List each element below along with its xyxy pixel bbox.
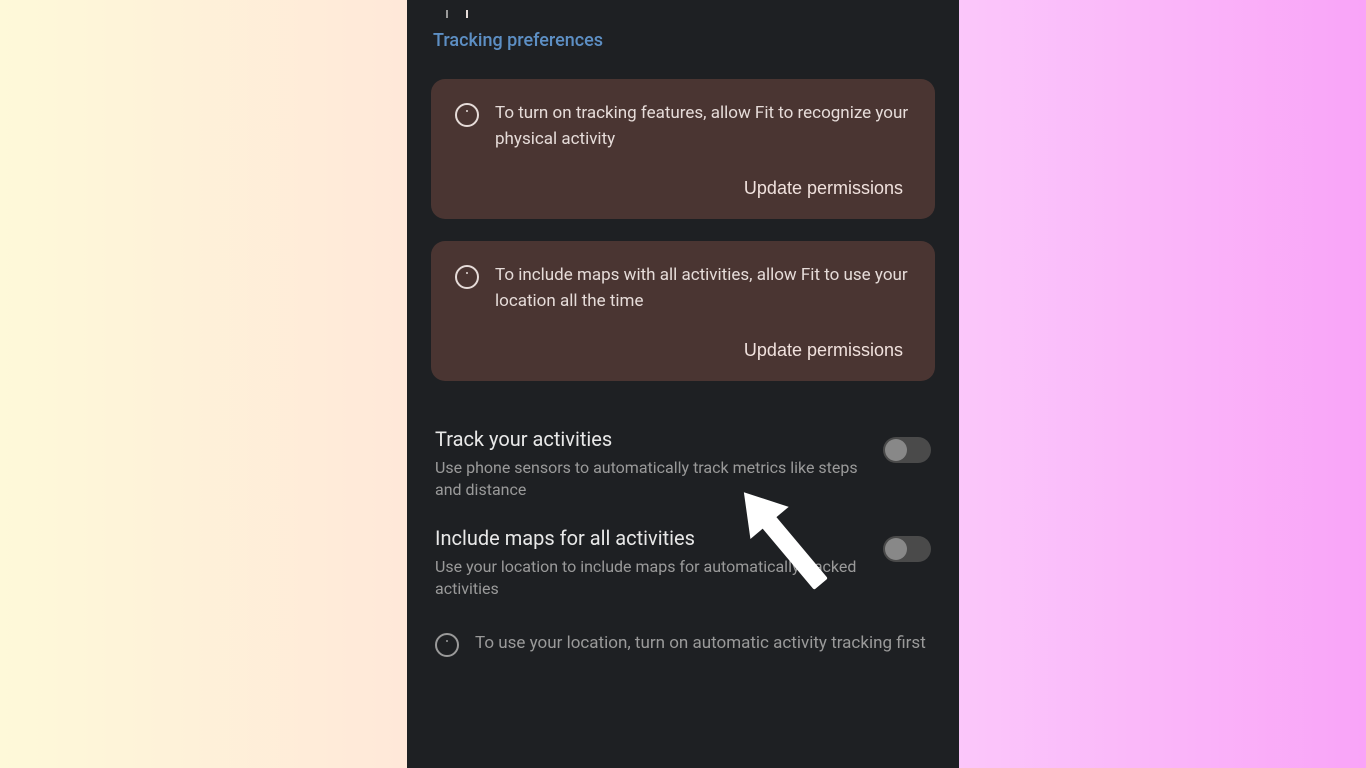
background-right [959,0,1366,768]
include-maps-toggle[interactable] [883,536,931,562]
setting-title: Include maps for all activities [435,526,863,550]
info-text: To use your location, turn on automatic … [475,631,926,657]
card-content: To turn on tracking features, allow Fit … [455,101,911,152]
card-message: To turn on tracking features, allow Fit … [495,101,911,152]
toggle-knob [885,538,907,560]
setting-text: Include maps for all activities Use your… [435,526,863,601]
permission-card-location: To include maps with all activities, all… [431,241,935,381]
settings-screen: Tracking preferences To turn on tracking… [407,0,959,768]
setting-text: Track your activities Use phone sensors … [435,427,863,502]
setting-description: Use your location to include maps for au… [435,556,863,601]
setting-track-activities[interactable]: Track your activities Use phone sensors … [431,403,935,502]
toggle-knob [885,439,907,461]
card-content: To include maps with all activities, all… [455,263,911,314]
background-left [0,0,407,768]
update-permissions-button[interactable]: Update permissions [744,178,911,199]
info-icon [455,265,479,289]
info-icon [455,103,479,127]
section-title: Tracking preferences [431,30,935,51]
card-action-row: Update permissions [455,340,911,361]
card-message: To include maps with all activities, all… [495,263,911,314]
permission-card-activity: To turn on tracking features, allow Fit … [431,79,935,219]
setting-title: Track your activities [435,427,863,451]
track-activities-toggle[interactable] [883,437,931,463]
card-action-row: Update permissions [455,178,911,199]
location-prerequisite-info: To use your location, turn on automatic … [431,601,935,657]
setting-description: Use phone sensors to automatically track… [435,457,863,502]
setting-include-maps[interactable]: Include maps for all activities Use your… [431,502,935,601]
info-icon [435,633,459,657]
update-permissions-button[interactable]: Update permissions [744,340,911,361]
